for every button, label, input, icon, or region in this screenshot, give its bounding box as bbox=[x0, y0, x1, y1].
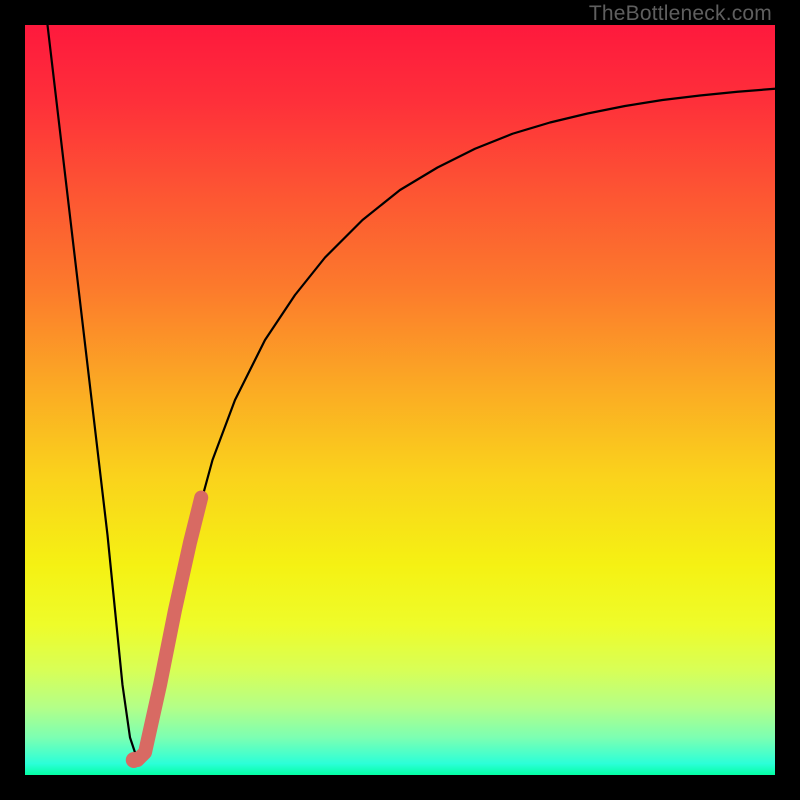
chart-frame: TheBottleneck.com bbox=[0, 0, 800, 800]
highlight-segment bbox=[134, 498, 202, 761]
curve-layer bbox=[25, 25, 775, 775]
minimum-marker bbox=[126, 752, 142, 768]
plot-area bbox=[25, 25, 775, 775]
bottleneck-curve bbox=[48, 25, 776, 760]
watermark-text: TheBottleneck.com bbox=[589, 2, 772, 26]
